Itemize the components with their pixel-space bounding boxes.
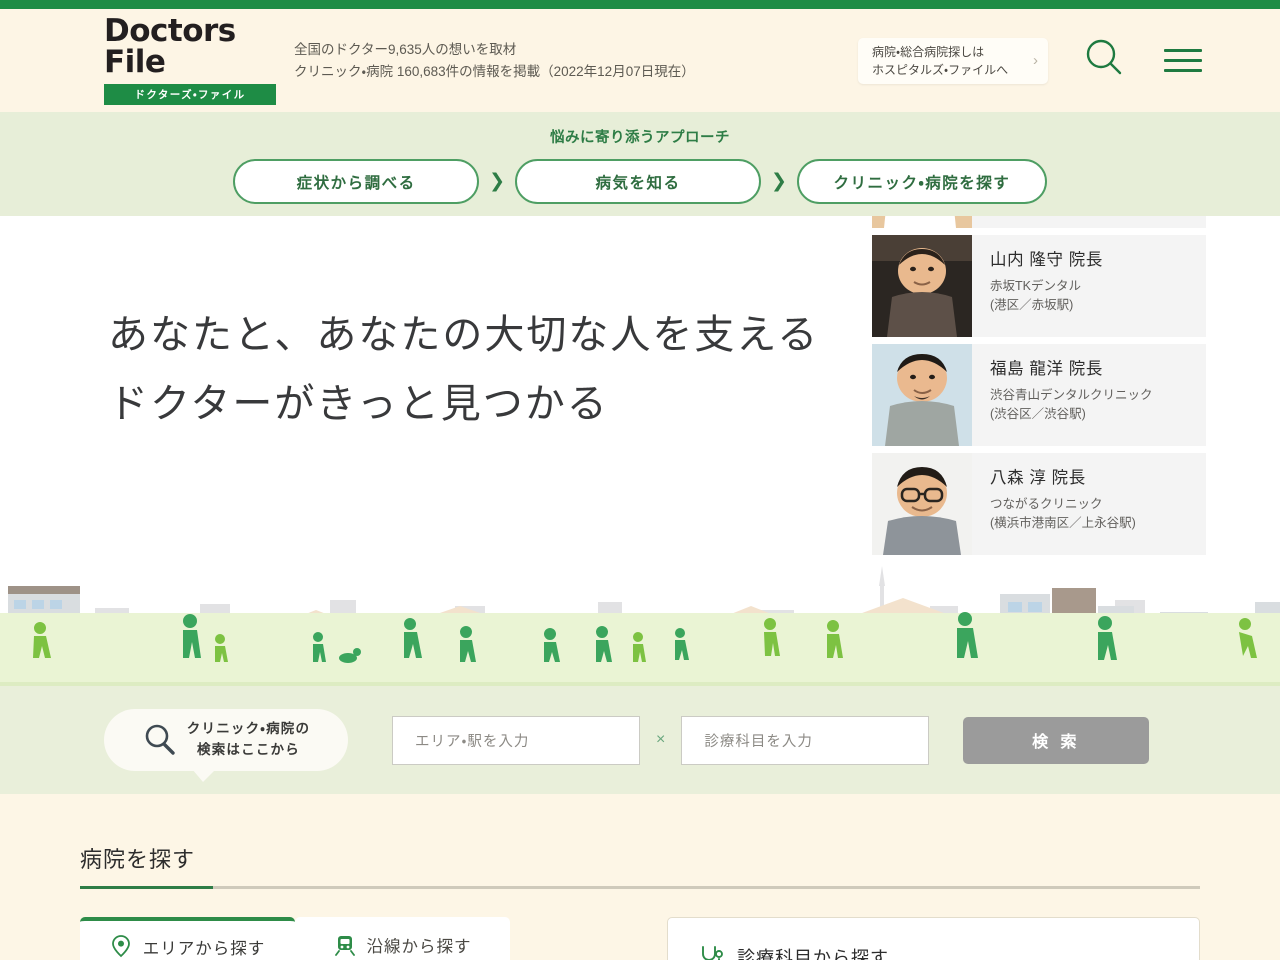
approach-nav-title: 悩みに寄り添うアプローチ [550, 130, 730, 146]
site-header: Doctors File ドクターズ・ファイル 全国のドクター9,635人の想い… [0, 9, 1280, 112]
hospitals-file-link[interactable]: 病院・総合病院探しは ホスピタルズ・ファイルへ › [858, 37, 1048, 84]
doctor-info: 八森 淳 院長 つながるクリニック (横浜市港南区／上永谷駅) [972, 453, 1136, 555]
doctor-clinic: つながるクリニック [990, 497, 1103, 511]
doctor-card[interactable]: 八森 淳 院長 つながるクリニック (横浜市港南区／上永谷駅) [872, 453, 1206, 555]
section-divider [80, 886, 1200, 889]
search-callout-line1: クリニック・病院の [186, 721, 311, 737]
doctor-name: 山内 隆守 院長 [990, 251, 1103, 269]
tagline-doctors-count: 全国のドクター9,635人の想いを取材 [294, 41, 517, 57]
tab-search-by-railway[interactable]: 沿線から探す [295, 917, 510, 960]
department-search-column: 診療科目から探す 内科系 › 外科系 › 産婦人科系 [667, 917, 1200, 960]
hero-headline-line1: あなたと、あなたの大切な人を支える [108, 312, 820, 357]
doctor-clinic: 渋谷青山デンタルクリニック [990, 388, 1153, 402]
tab-search-by-railway-label: 沿線から探す [366, 937, 472, 956]
area-search-input[interactable]: エリア・駅を入力 [392, 715, 640, 765]
hero-section: あなたと、あなたの大切な人を支える ドクターがきっと見つかる 山内 隆守 院長 … [0, 216, 1280, 686]
hero-headline: あなたと、あなたの大切な人を支える ドクターがきっと見つかる [108, 301, 819, 439]
doctor-photo [872, 216, 972, 228]
chevron-right-icon: › [1033, 52, 1038, 69]
doctor-card[interactable]: 福島 龍洋 院長 渋谷青山デンタルクリニック (渋谷区／渋谷駅) [872, 344, 1206, 446]
featured-doctors-rail[interactable]: 関内ゆめクリニック (横浜市中区／関内駅) [872, 216, 1206, 686]
doctor-photo [872, 235, 972, 337]
doctor-photo [872, 453, 972, 555]
hospitals-link-line2: ホスピタルズ・ファイルへ [872, 62, 1009, 77]
doctor-info: 関内ゆめクリニック (横浜市中区／関内駅) [972, 216, 1111, 228]
tagline-clinics-count: クリニック・病院 160,683件の情報を掲載（2022年12月07日現在） [294, 63, 695, 79]
approach-pill-symptoms[interactable]: 症状から調べる [233, 159, 480, 204]
department-search-input[interactable]: 診療科目を入力 [681, 715, 930, 765]
doctor-name: 八森 淳 院長 [990, 469, 1086, 487]
chevron-right-icon: ❯ [771, 171, 787, 192]
hospitals-link-line1: 病院・総合病院探しは [872, 44, 985, 59]
clinic-search-strip: クリニック・病院の 検索はここから エリア・駅を入力 × 診療科目を入力 検 索 [0, 686, 1280, 794]
page-root: Doctors File ドクターズ・ファイル 全国のドクター9,635人の想い… [0, 0, 1280, 960]
stethoscope-icon [702, 946, 723, 960]
search-submit-button[interactable]: 検 索 [963, 716, 1150, 764]
train-icon [334, 935, 355, 956]
find-hospital-columns: エリアから探す 沿線から探す 診療科目から探す [80, 917, 1200, 960]
doctor-clinic: 赤坂TKデンタル [990, 279, 1081, 293]
chevron-right-icon: ❯ [489, 171, 505, 192]
cross-separator-icon: × [656, 731, 666, 748]
doctor-location: (渋谷区／渋谷駅) [990, 406, 1086, 421]
find-hospital-section: 病院を探す エリアから探す 沿線から探す 診療科目から探す [0, 794, 1280, 960]
doctor-location: (港区／赤坂駅) [990, 297, 1074, 312]
page-title: 病院を探す [80, 847, 196, 872]
logo-wordmark: Doctors File [104, 13, 236, 80]
tab-search-by-area-label: エリアから探す [142, 939, 266, 958]
header-tagline: 全国のドクター9,635人の想いを取材 クリニック・病院 160,683件の情報… [294, 39, 695, 83]
hamburger-menu-icon[interactable] [1164, 49, 1202, 72]
approach-pill-row: 症状から調べる ❯ 病気を知る ❯ クリニック・病院を探す [233, 159, 1047, 204]
site-logo[interactable]: Doctors File ドクターズ・ファイル [104, 16, 276, 105]
search-mode-tabs: エリアから探す 沿線から探す [80, 917, 615, 960]
department-panel-title: 診療科目から探す [737, 948, 889, 960]
approach-pill-find-clinic[interactable]: クリニック・病院を探す [796, 159, 1047, 204]
doctor-name: 福島 龍洋 院長 [990, 360, 1103, 378]
approach-pill-diseases[interactable]: 病気を知る [515, 159, 761, 204]
map-pin-icon [111, 934, 130, 957]
area-search-column: エリアから探す 沿線から探す [80, 917, 615, 960]
department-panel-header: 診療科目から探す [698, 944, 1169, 960]
doctor-location: (横浜市港南区／上永谷駅) [990, 515, 1136, 530]
tab-search-by-area[interactable]: エリアから探す [80, 917, 295, 960]
search-callout-text: クリニック・病院の 検索はここから [187, 719, 310, 761]
top-accent-bar [0, 0, 1280, 9]
hero-headline-line2: ドクターがきっと見つかる [108, 380, 609, 426]
doctor-card[interactable]: 関内ゆめクリニック (横浜市中区／関内駅) [872, 216, 1206, 228]
doctor-info: 山内 隆守 院長 赤坂TKデンタル (港区／赤坂駅) [972, 235, 1103, 337]
search-callout-bubble: クリニック・病院の 検索はここから [104, 709, 348, 782]
hospitals-link-text: 病院・総合病院探しは ホスピタルズ・ファイルへ [872, 43, 1008, 79]
logo-subtitle: ドクターズ・ファイル [104, 84, 276, 105]
approach-nav-band: 悩みに寄り添うアプローチ 症状から調べる ❯ 病気を知る ❯ クリニック・病院を… [0, 112, 1280, 216]
magnifier-icon [145, 724, 175, 755]
doctor-photo [872, 344, 972, 446]
department-panel: 診療科目から探す 内科系 › 外科系 › 産婦人科系 [667, 917, 1200, 960]
search-icon[interactable] [1082, 36, 1126, 85]
doctor-card[interactable]: 山内 隆守 院長 赤坂TKデンタル (港区／赤坂駅) [872, 235, 1206, 337]
doctor-info: 福島 龍洋 院長 渋谷青山デンタルクリニック (渋谷区／渋谷駅) [972, 344, 1153, 446]
search-callout-line2: 検索はここから [197, 742, 300, 757]
